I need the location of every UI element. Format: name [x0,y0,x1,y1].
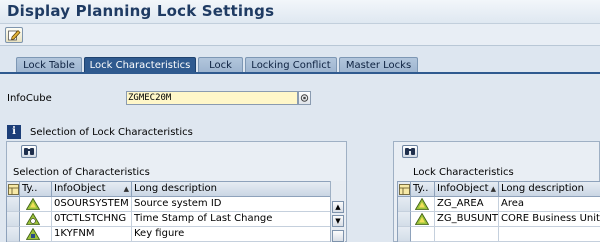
time-characteristic-icon [26,213,40,225]
description-cell[interactable]: CORE Business Unit [499,212,600,227]
lock-characteristics-title: Lock Characteristics [413,167,514,178]
table-settings-icon [399,184,410,195]
find-button-left[interactable] [21,145,37,158]
characteristic-icon [415,213,429,225]
select-all-button[interactable] [7,182,20,197]
type-cell [20,212,52,227]
vertical-scrollbar[interactable]: ▲ ▼ [330,181,345,242]
scroll-down-button[interactable]: ▼ [332,215,344,227]
row-selector[interactable] [398,197,411,212]
tab-lock[interactable]: Lock [198,57,243,73]
row-selector[interactable] [7,212,20,227]
table-settings-icon [8,184,19,195]
description-cell[interactable]: Source system ID [132,197,331,212]
key-figure-icon [26,228,40,240]
lock-characteristics-table: Ty.. InfoObject ▲ Long description ZG_ARE… [397,181,600,242]
col-header-infoobject-label: InfoObject [437,183,489,194]
infocube-label: InfoCube [7,93,52,104]
type-cell [411,212,435,227]
type-cell [20,227,52,242]
description-cell[interactable]: Area [499,197,600,212]
type-cell [411,227,435,242]
page-title: Display Planning Lock Settings [7,2,275,20]
tab-lock-characteristics[interactable]: Lock Characteristics [84,57,196,73]
infoobject-cell[interactable]: 0TCTLSTCHNG [52,212,132,227]
selection-table: Ty.. InfoObject ▲ Long description 0SOURS… [6,181,331,242]
characteristic-icon [415,198,429,210]
application-toolbar [0,24,600,46]
info-icon: i [7,125,21,139]
tab-locking-conflict[interactable]: Locking Conflict [245,57,337,73]
type-cell [20,197,52,212]
infoobject-cell[interactable]: ZG_BUSUNT [435,212,499,227]
characteristic-icon [26,198,40,210]
col-header-type[interactable]: Ty.. [411,182,435,197]
sort-ascending-icon: ▲ [123,185,129,193]
col-header-long-description[interactable]: Long description [132,182,331,197]
type-cell [411,197,435,212]
selection-of-characteristics-title: Selection of Characteristics [13,167,150,178]
row-selector[interactable] [398,227,411,242]
infoobject-cell[interactable]: 1KYFNM [52,227,132,242]
display-change-button[interactable] [5,27,23,43]
scroll-thumb[interactable] [332,230,344,242]
col-header-long-description[interactable]: Long description [499,182,600,197]
value-help-icon [300,94,309,102]
infoobject-cell[interactable]: ZG_AREA [435,197,499,212]
description-cell[interactable]: Key figure [132,227,331,242]
scroll-up-button[interactable]: ▲ [332,201,344,213]
tab-lock-table[interactable]: Lock Table [16,57,82,73]
row-selector[interactable] [398,212,411,227]
col-header-type[interactable]: Ty.. [20,182,52,197]
select-all-button[interactable] [398,182,411,197]
tab-master-locks[interactable]: Master Locks [339,57,418,73]
col-header-infoobject[interactable]: InfoObject ▲ [435,182,499,197]
sort-ascending-icon: ▲ [490,185,496,193]
binoculars-icon [405,148,415,155]
pencil-icon [8,29,21,41]
description-cell[interactable]: Time Stamp of Last Change [132,212,331,227]
infoobject-cell[interactable] [435,227,499,242]
col-header-infoobject[interactable]: InfoObject ▲ [52,182,132,197]
value-help-button[interactable] [298,91,311,105]
binoculars-icon [24,148,34,155]
section-title-selection-of-lock-characteristics: Selection of Lock Characteristics [30,127,193,138]
description-cell[interactable] [499,227,600,242]
find-button-right[interactable] [402,145,418,158]
row-selector[interactable] [7,227,20,242]
row-selector[interactable] [7,197,20,212]
infocube-field[interactable]: ZGMEC20M [126,91,298,105]
infoobject-cell[interactable]: 0SOURSYSTEM [52,197,132,212]
col-header-infoobject-label: InfoObject [54,183,106,194]
